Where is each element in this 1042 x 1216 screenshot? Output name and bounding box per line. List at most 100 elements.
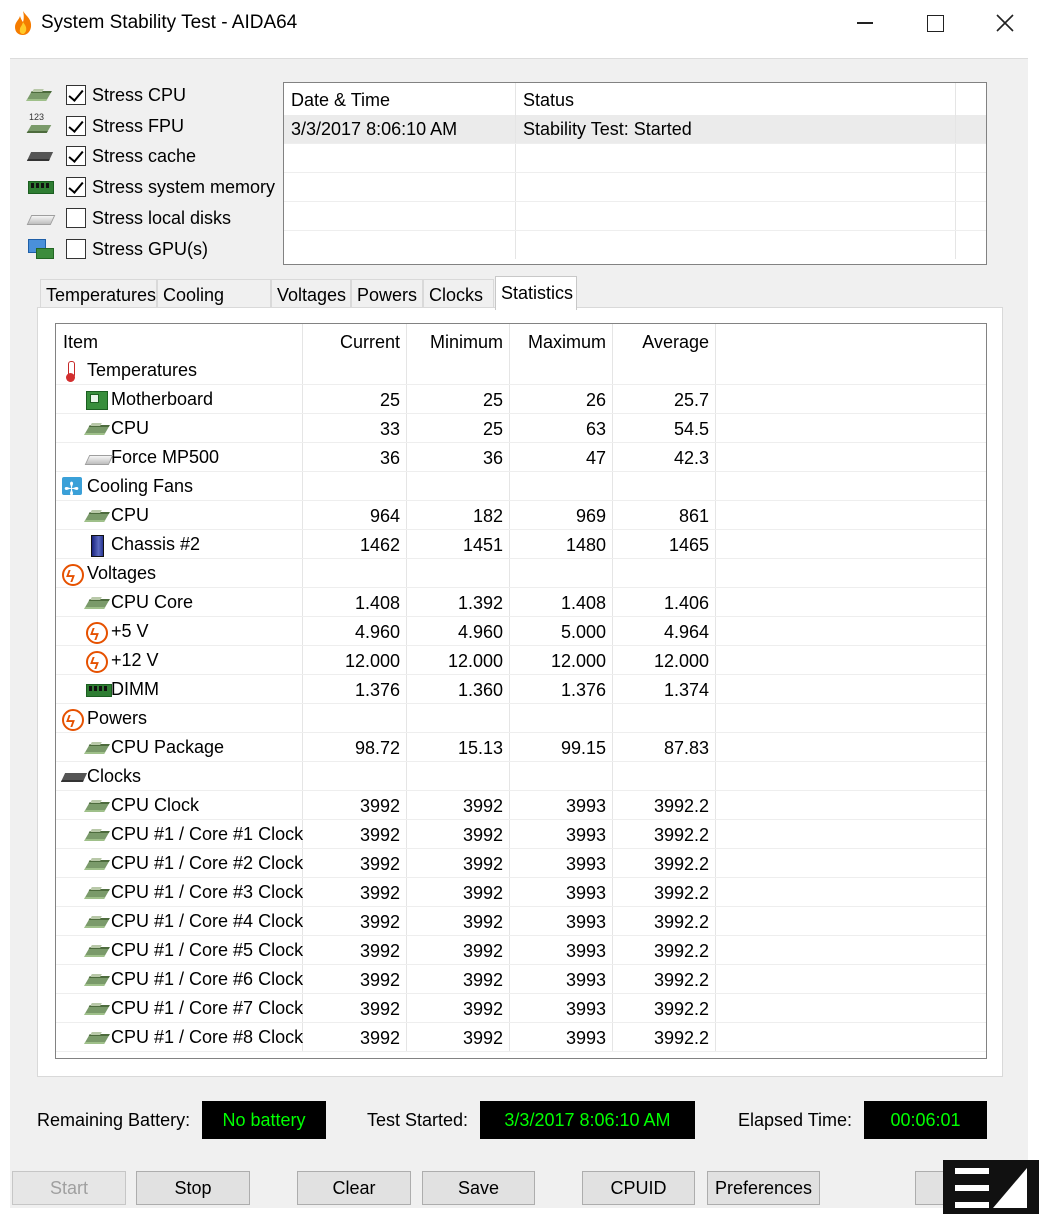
minimum-cell: 1451 (407, 530, 510, 558)
item-cell: Cooling Fans (56, 472, 303, 504)
statistics-row[interactable]: Force MP500 36 36 47 42.3 (56, 443, 986, 472)
statistics-group-row[interactable]: Voltages (56, 559, 986, 592)
item-label: CPU Package (111, 737, 225, 757)
stress-disks-option[interactable]: Stress local disks (28, 204, 288, 232)
clear-button[interactable]: Clear (297, 1171, 411, 1205)
cpu-chip-icon (86, 738, 106, 756)
item-cell: CPU #1 / Core #6 Clock (56, 965, 303, 993)
statistics-row[interactable]: +12 V12.00012.00012.00012.000 (56, 646, 986, 679)
statistics-row[interactable]: CPU 964 182 969 861 (56, 501, 986, 530)
statistics-row[interactable]: CPU Clock 3992 3992 3993 3992.2 (56, 791, 986, 820)
item-label: CPU (111, 418, 150, 438)
maximum-cell (510, 762, 613, 790)
voltage-icon (62, 707, 84, 737)
memory-module-icon (28, 177, 54, 197)
statistics-row[interactable]: DIMM 1.376 1.360 1.376 1.374 (56, 675, 986, 704)
statistics-table[interactable]: Item Current Minimum Maximum Average Tem… (55, 323, 987, 1059)
minimum-cell (407, 356, 510, 384)
minimum-cell: 3992 (407, 1023, 510, 1051)
statistics-row[interactable]: CPU 33 25 63 54.5 (56, 414, 986, 443)
tab-temperatures[interactable]: Temperatures (40, 279, 157, 309)
cpu-chip-icon (28, 85, 54, 105)
save-button[interactable]: Save (422, 1171, 535, 1205)
statistics-row[interactable]: CPU #1 / Core #7 Clock 3992 3992 3993 3992.2 (56, 994, 986, 1023)
average-cell: 54.5 (613, 414, 716, 442)
cpu-chip-icon (86, 593, 106, 611)
statistics-row[interactable]: CPU #1 / Core #2 Clock 3992 3992 3993 3992.2 (56, 849, 986, 878)
stress-gpu-option[interactable]: Stress GPU(s) (28, 235, 288, 263)
tab-cooling-fans[interactable]: Cooling Fans (157, 279, 271, 335)
statistics-group-row[interactable]: Cooling Fans (56, 472, 986, 504)
average-cell: 3992.2 (613, 791, 716, 819)
statistics-group-row[interactable]: Clocks (56, 762, 986, 791)
minimum-cell (407, 559, 510, 587)
maximize-button[interactable] (900, 0, 970, 46)
header-average[interactable]: Average (613, 324, 716, 356)
header-item[interactable]: Item (56, 324, 303, 356)
minimize-button[interactable] (830, 0, 900, 46)
event-log-table[interactable]: Date & Time Status 3/3/2017 8:06:10 AM S… (283, 82, 987, 265)
item-label: CPU #1 / Core #3 Clock (111, 882, 304, 902)
tab-powers[interactable]: Powers (351, 279, 423, 309)
log-header-status[interactable]: Status (516, 83, 956, 115)
statistics-row[interactable]: CPU #1 / Core #3 Clock 3992 3992 3993 3992.2 (56, 878, 986, 907)
log-row-empty (284, 173, 986, 202)
cpuid-button[interactable]: CPUID (582, 1171, 695, 1205)
memory-module-icon (86, 680, 112, 698)
statistics-row[interactable]: CPU Package 98.72 15.13 99.15 87.83 (56, 733, 986, 762)
item-label: CPU (111, 505, 150, 525)
stress-cpu-checkbox[interactable] (66, 85, 86, 105)
current-cell: 964 (303, 501, 407, 529)
tab-statistics[interactable]: Statistics (495, 276, 577, 310)
statistics-row[interactable]: CPU #1 / Core #4 Clock 3992 3992 3993 3992.2 (56, 907, 986, 936)
tab-clocks[interactable]: Clocks (423, 279, 494, 309)
stress-cache-checkbox[interactable] (66, 146, 86, 166)
item-cell: Force MP500 (56, 443, 303, 471)
stress-fpu-option[interactable]: Stress FPU (28, 112, 288, 140)
aida64-flame-icon (15, 11, 32, 35)
statistics-group-row[interactable]: Temperatures (56, 356, 986, 385)
statistics-row[interactable]: +5 V4.9604.9605.0004.964 (56, 617, 986, 650)
statistics-row[interactable]: Motherboard 25 25 26 25.7 (56, 385, 986, 414)
statistics-row[interactable]: CPU #1 / Core #1 Clock 3992 3992 3993 3992.2 (56, 820, 986, 849)
maximum-cell: 3993 (510, 1023, 613, 1051)
maximum-cell (510, 704, 613, 732)
minimum-cell: 3992 (407, 791, 510, 819)
preferences-button[interactable]: Preferences (707, 1171, 820, 1205)
header-minimum[interactable]: Minimum (407, 324, 510, 356)
statistics-row[interactable]: CPU #1 / Core #8 Clock 3992 3992 3993 3992.2 (56, 1023, 986, 1052)
statistics-row[interactable]: Chassis #2 1462 1451 1480 1465 (56, 530, 986, 559)
statistics-row[interactable]: CPU #1 / Core #6 Clock 3992 3992 3993 3992.2 (56, 965, 986, 994)
maximum-cell: 3993 (510, 791, 613, 819)
voltage-icon (86, 620, 108, 650)
average-cell: 3992.2 (613, 820, 716, 848)
average-cell: 12.000 (613, 646, 716, 674)
header-maximum[interactable]: Maximum (510, 324, 613, 356)
minimum-cell (407, 704, 510, 732)
statistics-group-row[interactable]: Powers (56, 704, 986, 737)
stress-cpu-option[interactable]: Stress CPU (28, 81, 288, 109)
item-label: Voltages (87, 563, 157, 583)
average-cell: 1.406 (613, 588, 716, 616)
stress-memory-option[interactable]: Stress system memory (28, 173, 288, 201)
tab-voltages[interactable]: Voltages (271, 279, 351, 309)
minimum-cell (407, 472, 510, 500)
stress-cache-option[interactable]: Stress cache (28, 142, 288, 170)
close-button[interactable] (970, 0, 1040, 46)
statistics-row[interactable]: CPU #1 / Core #5 Clock 3992 3992 3993 3992.2 (56, 936, 986, 965)
header-current[interactable]: Current (303, 324, 407, 356)
disk-icon (28, 208, 54, 228)
current-cell (303, 559, 407, 587)
minimum-cell: 3992 (407, 907, 510, 935)
average-cell: 87.83 (613, 733, 716, 761)
stop-button[interactable]: Stop (136, 1171, 250, 1205)
stress-fpu-checkbox[interactable] (66, 116, 86, 136)
stress-gpu-checkbox[interactable] (66, 239, 86, 259)
start-button[interactable]: Start (12, 1171, 126, 1205)
stress-memory-checkbox[interactable] (66, 177, 86, 197)
item-label: CPU #1 / Core #2 Clock (111, 853, 304, 873)
statistics-row[interactable]: CPU Core 1.408 1.392 1.408 1.406 (56, 588, 986, 617)
log-row[interactable]: 3/3/2017 8:06:10 AM Stability Test: Star… (284, 115, 986, 144)
stress-disks-checkbox[interactable] (66, 208, 86, 228)
log-header-datetime[interactable]: Date & Time (284, 83, 516, 115)
